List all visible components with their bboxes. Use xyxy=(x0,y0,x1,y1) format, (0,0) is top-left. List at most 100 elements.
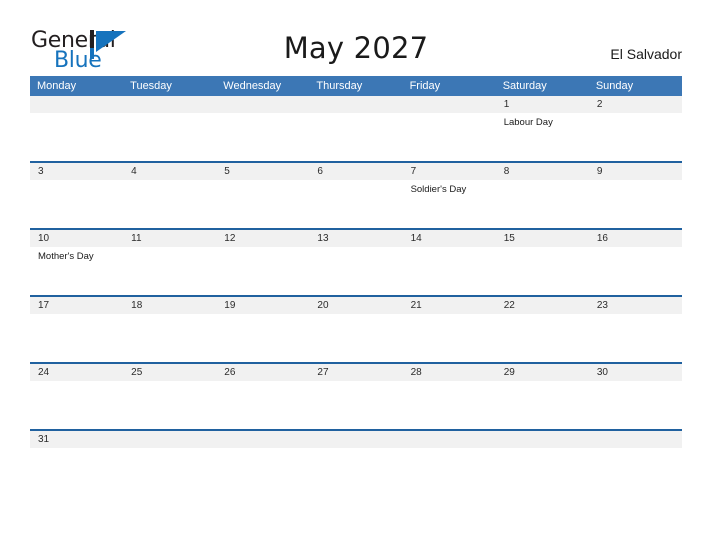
weekday-header-tuesday: Tuesday xyxy=(130,80,172,92)
day-number[interactable]: 16 xyxy=(589,230,682,247)
calendar-week-row: 17 18 19 20 21 22 23 xyxy=(30,295,682,362)
day-cell-empty xyxy=(30,314,123,360)
day-number[interactable]: 3 xyxy=(30,163,123,180)
day-event-band xyxy=(30,314,682,360)
day-event-band: Labour Day xyxy=(30,113,682,159)
day-number[interactable]: 12 xyxy=(216,230,309,247)
day-number[interactable]: 30 xyxy=(589,364,682,381)
day-number[interactable]: 8 xyxy=(496,163,589,180)
day-number[interactable]: 11 xyxy=(123,230,216,247)
day-cell-empty xyxy=(123,381,216,427)
day-number[interactable]: 1 xyxy=(496,96,589,113)
day-number-band: 17 18 19 20 21 22 23 xyxy=(30,297,682,314)
day-cell-empty xyxy=(309,113,402,159)
holiday-label: Soldier's Day xyxy=(410,184,467,195)
calendar-page: General Blue May 2027 El Salvador Monday… xyxy=(0,0,712,550)
day-cell-empty xyxy=(123,247,216,293)
day-number-band: 3456789 xyxy=(30,163,682,180)
day-cell-empty xyxy=(589,180,682,226)
day-number-empty xyxy=(30,96,123,113)
weekday-header-friday: Friday xyxy=(409,80,441,92)
calendar-week-row: 31 xyxy=(30,429,682,448)
page-header: General Blue May 2027 El Salvador xyxy=(0,0,712,76)
day-number[interactable]: 25 xyxy=(123,364,216,381)
day-cell-empty xyxy=(216,314,309,360)
page-title: May 2027 xyxy=(283,31,429,65)
day-number[interactable]: 24 xyxy=(30,364,123,381)
weekday-header-saturday: Saturday xyxy=(502,80,547,92)
day-number[interactable]: 29 xyxy=(496,364,589,381)
day-number[interactable]: 15 xyxy=(496,230,589,247)
holiday-label: Labour Day xyxy=(503,117,553,128)
day-number[interactable]: 7 xyxy=(403,163,496,180)
day-cell-empty xyxy=(30,381,123,427)
day-number[interactable]: 4 xyxy=(123,163,216,180)
day-cell-empty xyxy=(123,180,216,226)
calendar-week-row: 1 2 Labour Day xyxy=(30,96,682,161)
day-number[interactable]: 26 xyxy=(216,364,309,381)
day-cell-empty xyxy=(496,381,589,427)
calendar-week-row: 24 25 26 27 28 29 30 xyxy=(30,362,682,429)
day-cell-empty xyxy=(589,247,682,293)
day-number-empty xyxy=(123,96,216,113)
day-cell-empty xyxy=(589,314,682,360)
day-event-band: Soldier's Day xyxy=(30,180,682,226)
day-cell-empty xyxy=(309,381,402,427)
day-cell-empty xyxy=(216,113,309,159)
day-number-empty xyxy=(403,96,496,113)
country-label: El Salvador xyxy=(610,46,682,62)
day-number[interactable]: 27 xyxy=(309,364,402,381)
day-number-empty xyxy=(403,431,496,448)
day-number[interactable]: 19 xyxy=(216,297,309,314)
day-cell-empty xyxy=(30,113,123,159)
day-cell-empty xyxy=(403,113,496,159)
day-cell-empty xyxy=(403,247,496,293)
weekday-header-wednesday: Wednesday xyxy=(223,80,282,92)
day-cell-empty xyxy=(589,381,682,427)
day-cell-empty xyxy=(309,314,402,360)
day-cell-empty xyxy=(403,314,496,360)
day-number-empty xyxy=(589,431,682,448)
day-number[interactable]: 31 xyxy=(30,431,123,448)
day-number[interactable]: 14 xyxy=(403,230,496,247)
weekday-header-thursday: Thursday xyxy=(316,80,363,92)
day-cell-empty xyxy=(309,247,402,293)
day-number[interactable]: 17 xyxy=(30,297,123,314)
day-cell-empty xyxy=(216,247,309,293)
day-cell-empty xyxy=(403,381,496,427)
day-event-band: Mother's Day xyxy=(30,247,682,293)
day-number-empty xyxy=(309,96,402,113)
day-number-band: 10 11 12 13 14 15 16 xyxy=(30,230,682,247)
day-number[interactable]: 2 xyxy=(589,96,682,113)
day-number[interactable]: 18 xyxy=(123,297,216,314)
day-number-band: 12 xyxy=(30,96,682,113)
day-number-empty xyxy=(309,431,402,448)
day-cell-empty xyxy=(496,247,589,293)
day-event-band xyxy=(30,381,682,427)
day-cell-empty xyxy=(309,180,402,226)
day-number-empty xyxy=(216,96,309,113)
holiday-label: Mother's Day xyxy=(38,251,94,262)
day-number[interactable]: 20 xyxy=(309,297,402,314)
day-number[interactable]: 28 xyxy=(403,364,496,381)
day-number[interactable]: 13 xyxy=(309,230,402,247)
day-cell-empty xyxy=(123,314,216,360)
day-number[interactable]: 23 xyxy=(589,297,682,314)
day-cell-empty xyxy=(216,381,309,427)
day-number-empty xyxy=(123,431,216,448)
calendar-week-row: 3 4 5 6 7 8 9 Soldier's Day xyxy=(30,161,682,228)
weekday-header-row: Monday Tuesday Wednesday Thursday Friday Satu… xyxy=(30,76,682,96)
day-number[interactable]: 22 xyxy=(496,297,589,314)
day-number[interactable]: 5 xyxy=(216,163,309,180)
day-cell-empty xyxy=(123,113,216,159)
weekday-header-monday: Monday xyxy=(37,80,77,92)
day-number[interactable]: 6 xyxy=(309,163,402,180)
day-number-empty xyxy=(496,431,589,448)
day-number[interactable]: 10 xyxy=(30,230,123,247)
calendar-weeks: 1 2 Labour Day 3 4 5 6 7 8 9 Soldier's Day 10 11 12 13… xyxy=(30,96,682,448)
day-number-band: 24 25 26 27 28 29 30 xyxy=(30,364,682,381)
day-number[interactable]: 21 xyxy=(403,297,496,314)
day-number[interactable]: 9 xyxy=(589,163,682,180)
day-cell-empty xyxy=(496,314,589,360)
calendar-grid: Monday Tuesday Wednesday Thursday Friday Satu… xyxy=(30,76,682,448)
